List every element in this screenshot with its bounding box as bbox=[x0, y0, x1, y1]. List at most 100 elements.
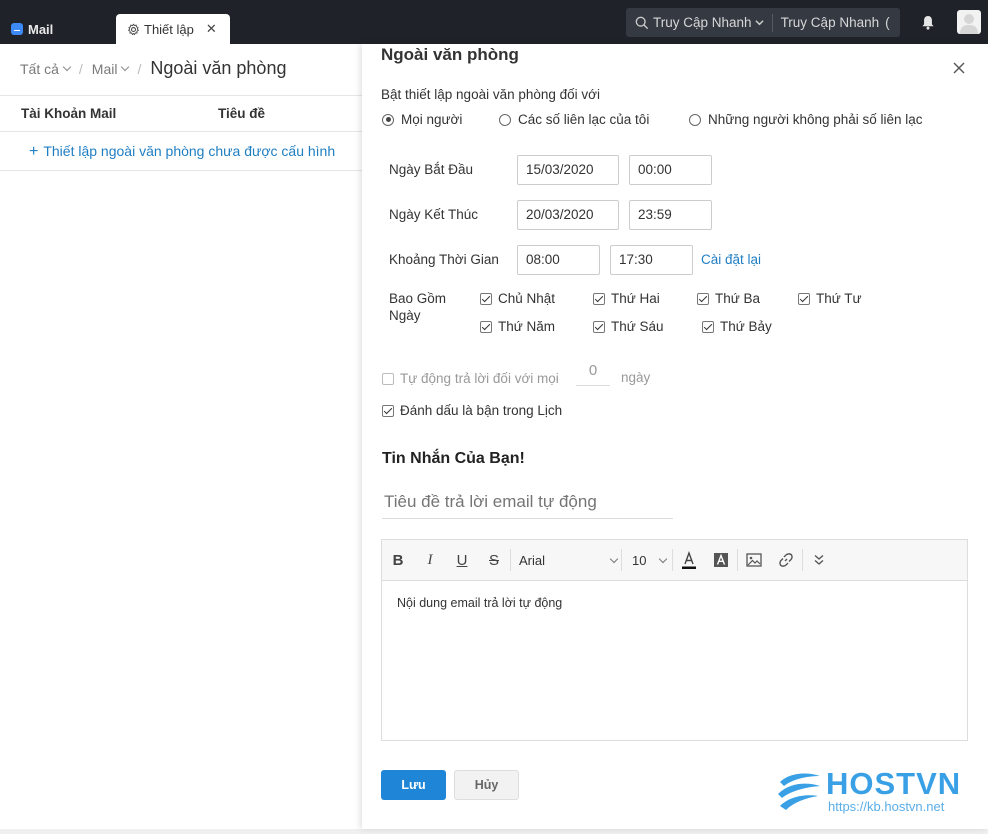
column-subject[interactable]: Tiêu đề bbox=[218, 106, 265, 121]
link-glyph bbox=[779, 553, 793, 567]
checkbox[interactable] bbox=[593, 292, 605, 305]
checkbox-mark-busy[interactable]: Đánh dấu là bận trong Lịch bbox=[382, 403, 562, 418]
include-days-label: Bao Gồm Ngày bbox=[389, 291, 447, 323]
end-time-input[interactable]: 23:59 bbox=[629, 200, 712, 230]
checkbox[interactable] bbox=[382, 372, 394, 385]
radio-everyone[interactable]: Mọi người bbox=[382, 112, 462, 127]
tab-settings[interactable]: Thiết lập ✕ bbox=[116, 14, 230, 44]
checkbox[interactable] bbox=[798, 292, 810, 305]
image-icon[interactable] bbox=[738, 540, 770, 581]
gear-icon bbox=[127, 22, 140, 35]
page-title: Ngoài văn phòng bbox=[150, 58, 287, 78]
italic-icon[interactable]: I bbox=[414, 540, 446, 581]
column-mail-account[interactable]: Tài Khoản Mail bbox=[21, 106, 116, 121]
bell-icon[interactable] bbox=[921, 15, 935, 30]
radio-label: Các số liên lạc của tôi bbox=[518, 112, 650, 127]
panel-title: Ngoài văn phòng bbox=[381, 45, 519, 64]
checkbox[interactable] bbox=[382, 404, 394, 417]
checkbox-friday[interactable]: Thứ Sáu bbox=[593, 319, 664, 334]
radio-non-contacts[interactable]: Những người không phải số liên lạc bbox=[689, 112, 923, 127]
checkbox-label: Thứ Tư bbox=[816, 291, 862, 306]
mail-icon bbox=[11, 23, 23, 35]
checkbox-thursday[interactable]: Thứ Năm bbox=[480, 319, 555, 334]
checkbox[interactable] bbox=[480, 320, 492, 333]
end-date-label: Ngày Kết Thúc bbox=[389, 207, 479, 222]
checkbox-tuesday[interactable]: Thứ Ba bbox=[697, 291, 760, 306]
end-date-input[interactable]: 20/03/2020 bbox=[517, 200, 619, 230]
avatar[interactable] bbox=[957, 10, 981, 34]
tab-mail-label: Mail bbox=[28, 21, 54, 37]
image-glyph bbox=[746, 553, 762, 567]
checkbox-sunday[interactable]: Chủ Nhật bbox=[480, 291, 555, 306]
add-out-of-office-link[interactable]: + Thiết lập ngoài văn phòng chưa được cấu… bbox=[0, 132, 362, 171]
plus-icon: + bbox=[29, 143, 39, 160]
checkbox-monday[interactable]: Thứ Hai bbox=[593, 291, 660, 306]
radio-button[interactable] bbox=[382, 113, 394, 126]
background-color-icon[interactable] bbox=[705, 540, 737, 581]
close-icon[interactable] bbox=[952, 61, 966, 75]
font-size-select[interactable]: 10 bbox=[622, 540, 672, 581]
chevron-down-icon[interactable] bbox=[121, 62, 130, 72]
tab-settings-label: Thiết lập bbox=[144, 21, 194, 37]
reset-link[interactable]: Cài đặt lại bbox=[701, 252, 761, 267]
user-icon bbox=[960, 14, 978, 34]
editor-body[interactable]: Nội dung email trả lời tự động bbox=[382, 581, 967, 625]
checkbox-label: Tự động trả lời đối với mọi bbox=[400, 371, 559, 386]
radio-button[interactable] bbox=[499, 113, 511, 126]
bottom-border bbox=[0, 829, 988, 834]
more-options-icon[interactable] bbox=[803, 540, 835, 581]
tab-mail[interactable]: Mail bbox=[0, 14, 53, 44]
checkbox-saturday[interactable]: Thứ Bảy bbox=[702, 319, 772, 334]
period-label: Khoảng Thời Gian bbox=[389, 252, 499, 267]
link-icon[interactable] bbox=[770, 540, 802, 581]
enable-label: Bật thiết lập ngoài văn phòng đối với bbox=[381, 87, 601, 102]
radio-my-contacts[interactable]: Các số liên lạc của tôi bbox=[499, 112, 649, 127]
auto-reply-unit: ngày bbox=[621, 370, 651, 385]
font-family-select[interactable]: Arial bbox=[511, 540, 621, 581]
start-date-label: Ngày Bắt Đầu bbox=[389, 162, 474, 177]
chevron-down-icon[interactable] bbox=[62, 62, 72, 72]
start-date-input[interactable]: 15/03/2020 bbox=[517, 155, 619, 185]
save-button[interactable]: Lưu bbox=[381, 770, 446, 800]
font-family-value: Arial bbox=[519, 552, 546, 568]
strikethrough-icon[interactable]: S bbox=[478, 540, 510, 581]
checkbox-label: Thứ Sáu bbox=[611, 319, 664, 334]
quick-access-search[interactable]: Truy Cập Nhanh Truy Cập Nhanh ( bbox=[626, 8, 900, 37]
checkbox[interactable] bbox=[697, 292, 709, 305]
checkbox-label: Thứ Bảy bbox=[720, 319, 772, 334]
subject-input[interactable] bbox=[382, 485, 673, 519]
checkbox-wednesday[interactable]: Thứ Tư bbox=[798, 291, 862, 306]
breadcrumb-mail[interactable]: Mail bbox=[92, 61, 118, 77]
checkbox-auto-reply[interactable]: Tự động trả lời đối với mọi bbox=[382, 371, 559, 386]
breadcrumb-all[interactable]: Tất cả bbox=[20, 61, 59, 77]
message-title: Tin Nhắn Của Bạn! bbox=[382, 450, 525, 467]
radio-button[interactable] bbox=[689, 113, 701, 126]
period-from-input[interactable]: 08:00 bbox=[517, 245, 600, 275]
checkbox-label: Thứ Ba bbox=[715, 291, 761, 306]
rich-text-editor: B I U S Arial 10 Nội dung email trả lời … bbox=[381, 539, 968, 741]
checkbox[interactable] bbox=[593, 320, 605, 333]
period-to-input[interactable]: 17:30 bbox=[610, 245, 693, 275]
cancel-button[interactable]: Hủy bbox=[454, 770, 519, 800]
hostvn-brand: HOSTVN bbox=[826, 766, 962, 801]
quick-access-input[interactable]: Truy Cập Nhanh bbox=[781, 15, 880, 30]
breadcrumb: Tất cả / Mail / Ngoài văn phòng bbox=[20, 58, 286, 79]
out-of-office-panel: Ngoài văn phòng Bật thiết lập ngoài văn … bbox=[362, 44, 988, 829]
chevron-down-icon[interactable] bbox=[754, 18, 764, 27]
background-color-glyph bbox=[714, 553, 728, 567]
bold-icon[interactable]: B bbox=[382, 540, 414, 581]
hostvn-logo-icon bbox=[778, 773, 820, 810]
checkbox-label: Chủ Nhật bbox=[498, 291, 556, 306]
close-tab-icon[interactable]: ✕ bbox=[206, 21, 217, 37]
start-time-input[interactable]: 00:00 bbox=[629, 155, 712, 185]
checkbox[interactable] bbox=[480, 292, 492, 305]
hostvn-watermark: HOSTVN https://kb.hostvn.net bbox=[776, 766, 966, 816]
search-icon bbox=[635, 16, 649, 29]
text-color-icon[interactable] bbox=[673, 540, 705, 581]
text-color-glyph bbox=[682, 550, 696, 569]
radio-label: Mọi người bbox=[401, 112, 463, 127]
checkbox[interactable] bbox=[702, 320, 714, 333]
radio-label: Những người không phải số liên lạc bbox=[708, 112, 923, 127]
auto-reply-days-input[interactable]: 0 bbox=[576, 362, 610, 386]
underline-icon[interactable]: U bbox=[446, 540, 478, 581]
